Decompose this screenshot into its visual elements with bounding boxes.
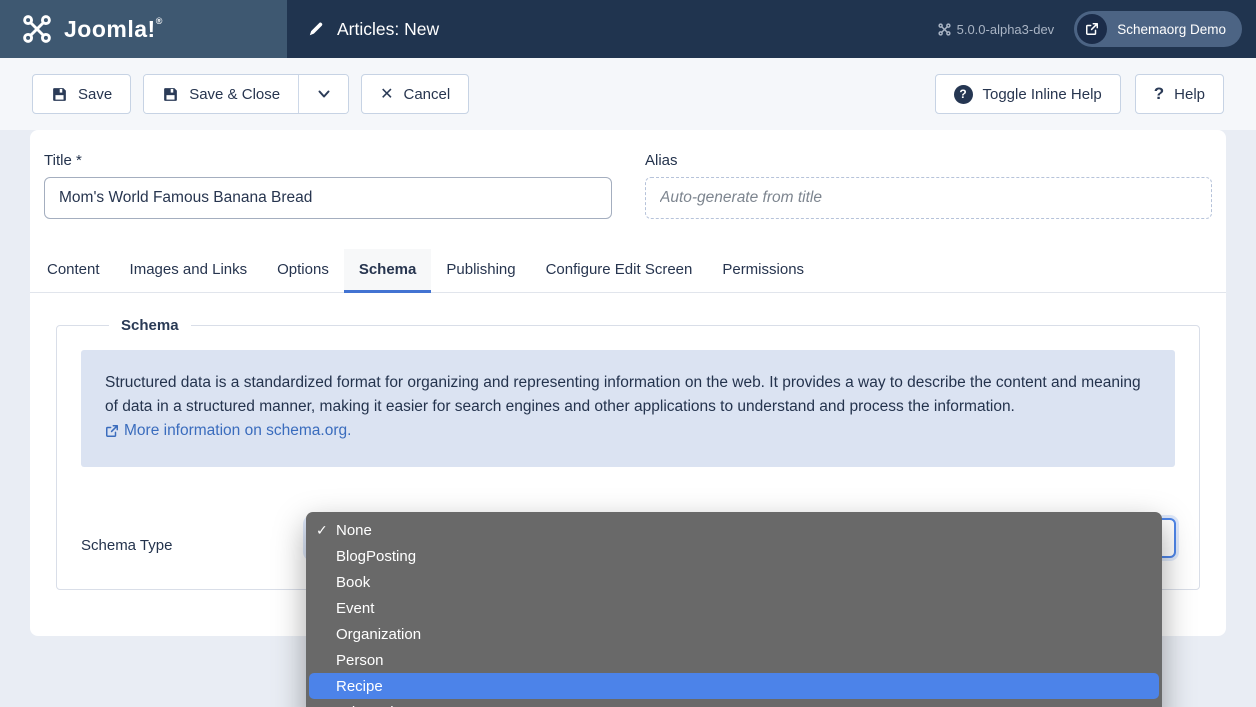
schemaorg-demo-button[interactable]: Schemaorg Demo bbox=[1074, 11, 1242, 47]
option-label: Event bbox=[336, 600, 374, 617]
toolbar: Save Save & Close ✕ Cancel bbox=[0, 58, 1256, 130]
dropdown-option-event[interactable]: Event bbox=[306, 595, 1162, 621]
toggle-inline-help-button[interactable]: ? Toggle Inline Help bbox=[935, 74, 1121, 114]
header-bar: Joomla!® Articles: New 5.0.0-alpha3-dev bbox=[0, 0, 1256, 58]
schema-info-link[interactable]: More information on schema.org. bbox=[105, 419, 351, 443]
pencil-icon bbox=[307, 20, 325, 38]
dropdown-option-person[interactable]: Person bbox=[306, 647, 1162, 673]
joomla-brand[interactable]: Joomla!® bbox=[0, 0, 287, 58]
dropdown-option-organization[interactable]: Organization bbox=[306, 621, 1162, 647]
tab-permissions[interactable]: Permissions bbox=[707, 249, 819, 293]
schema-info-alert: Structured data is a standardized format… bbox=[81, 350, 1175, 467]
save-close-button[interactable]: Save & Close bbox=[144, 75, 298, 113]
alias-field-group: Alias bbox=[645, 152, 1212, 219]
help-label: Help bbox=[1174, 86, 1205, 103]
schema-type-dropdown: ✓ None BlogPosting Book Event Organizati… bbox=[306, 512, 1162, 707]
toggle-inline-help-label: Toggle Inline Help bbox=[983, 86, 1102, 103]
title-field-group: Title * bbox=[44, 152, 612, 219]
demo-button-label: Schemaorg Demo bbox=[1117, 22, 1226, 37]
schema-type-label: Schema Type bbox=[81, 537, 307, 554]
joomla-logo-icon bbox=[22, 14, 52, 44]
chevron-down-icon bbox=[316, 86, 332, 102]
joomla-mark-icon bbox=[938, 23, 951, 36]
external-link-icon bbox=[1077, 14, 1107, 44]
save-label: Save bbox=[78, 86, 112, 103]
version-text: 5.0.0-alpha3-dev bbox=[957, 22, 1055, 37]
tab-publishing[interactable]: Publishing bbox=[431, 249, 530, 293]
version-badge: 5.0.0-alpha3-dev bbox=[938, 22, 1055, 37]
cancel-label: Cancel bbox=[404, 86, 451, 103]
tab-options[interactable]: Options bbox=[262, 249, 344, 293]
schema-info-link-label: More information on schema.org. bbox=[124, 419, 351, 443]
floppy-disk-icon bbox=[51, 86, 68, 103]
save-close-button-group: Save & Close bbox=[143, 74, 349, 114]
tab-content[interactable]: Content bbox=[32, 249, 115, 293]
title-label: Title * bbox=[44, 152, 612, 169]
registered-mark: ® bbox=[156, 16, 163, 26]
save-button[interactable]: Save bbox=[32, 74, 131, 114]
save-close-label: Save & Close bbox=[189, 86, 280, 103]
dropdown-option-recipe[interactable]: Recipe bbox=[309, 673, 1159, 699]
option-label: Book bbox=[336, 574, 370, 591]
cancel-button[interactable]: ✕ Cancel bbox=[361, 74, 469, 114]
check-icon: ✓ bbox=[316, 522, 328, 539]
title-alias-row: Title * Alias bbox=[44, 152, 1212, 219]
option-label: Person bbox=[336, 652, 384, 669]
question-circle-icon: ? bbox=[954, 85, 973, 104]
header-main: Articles: New 5.0.0-alpha3-dev bbox=[287, 0, 1256, 58]
brand-text: Joomla!® bbox=[64, 16, 163, 43]
help-button[interactable]: ? Help bbox=[1135, 74, 1224, 114]
tab-images-and-links[interactable]: Images and Links bbox=[115, 249, 263, 293]
dropdown-option-jobposting[interactable]: JobPosting bbox=[306, 699, 1162, 707]
save-options-dropdown-toggle[interactable] bbox=[298, 75, 348, 113]
x-mark-icon: ✕ bbox=[380, 84, 393, 104]
alias-input[interactable] bbox=[645, 177, 1212, 219]
header-right: 5.0.0-alpha3-dev Schemaorg Demo bbox=[938, 11, 1256, 47]
option-label: BlogPosting bbox=[336, 548, 416, 565]
alias-label: Alias bbox=[645, 152, 1212, 169]
page-title: Articles: New bbox=[337, 19, 439, 40]
dropdown-option-blogposting[interactable]: BlogPosting bbox=[306, 543, 1162, 569]
external-link-icon bbox=[105, 424, 119, 438]
floppy-disk-icon bbox=[162, 86, 179, 103]
tab-configure-edit-screen[interactable]: Configure Edit Screen bbox=[531, 249, 708, 293]
option-label: Recipe bbox=[336, 678, 383, 695]
joomla-admin-page: Joomla!® Articles: New 5.0.0-alpha3-dev bbox=[0, 0, 1256, 707]
dropdown-option-book[interactable]: Book bbox=[306, 569, 1162, 595]
option-label: None bbox=[336, 522, 372, 539]
question-mark-icon: ? bbox=[1154, 84, 1164, 104]
tab-schema[interactable]: Schema bbox=[344, 249, 432, 293]
title-input[interactable] bbox=[44, 177, 612, 219]
edit-tabs: Content Images and Links Options Schema … bbox=[30, 249, 1226, 293]
toolbar-right: ? Toggle Inline Help ? Help bbox=[935, 74, 1225, 114]
option-label: JobPosting bbox=[336, 704, 410, 707]
option-label: Organization bbox=[336, 626, 421, 643]
schema-legend: Schema bbox=[109, 317, 191, 334]
dropdown-option-none[interactable]: ✓ None bbox=[306, 517, 1162, 543]
schema-info-text: Structured data is a standardized format… bbox=[105, 374, 1141, 415]
